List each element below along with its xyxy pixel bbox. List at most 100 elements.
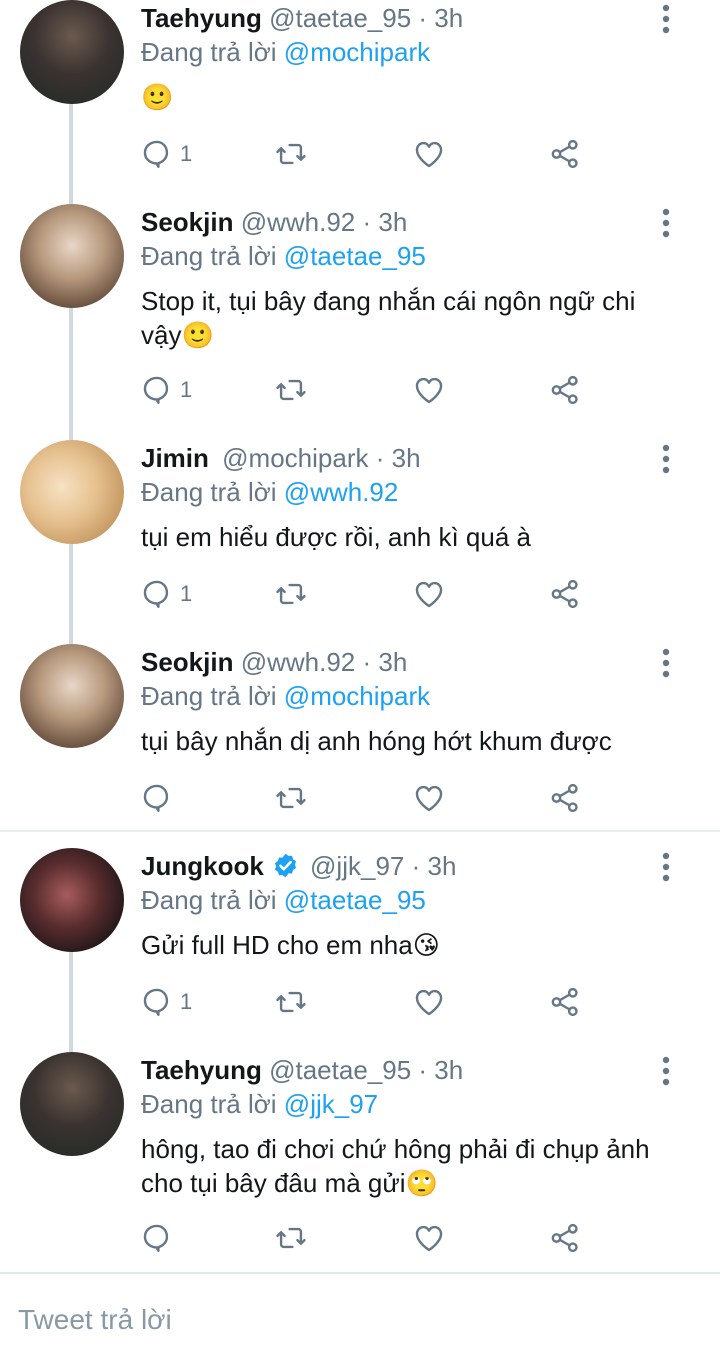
separator: · [362,207,372,237]
retweet-icon [276,1227,306,1249]
reply-label: Đang trả lời [141,37,277,67]
tweet-text: Gửi full HD cho em nha😘 [141,928,681,962]
reply-mention[interactable]: @jjk_97 [284,1089,378,1119]
author-name[interactable]: Seokjin [141,207,233,237]
share-button[interactable] [548,574,582,614]
retweet-icon [276,583,306,605]
author-name[interactable]: Taehyung [141,3,262,33]
retweet-button[interactable] [274,370,308,410]
share-icon [551,783,578,813]
share-icon [551,1223,578,1253]
more-options-icon[interactable] [656,444,676,474]
heart-icon [415,1225,443,1252]
avatar[interactable] [20,848,124,952]
retweet-button[interactable] [274,134,308,174]
retweet-button[interactable] [274,1218,308,1258]
reply-button[interactable]: 1 [140,982,192,1022]
reply-mention[interactable]: @mochipark [284,37,430,67]
timestamp[interactable]: 3h [428,851,457,881]
author-handle[interactable]: @taetae_95 [269,1055,411,1085]
more-options-icon[interactable] [656,1056,676,1086]
thread-divider [0,830,720,832]
reply-button[interactable] [140,778,180,818]
more-options-icon[interactable] [656,4,676,34]
tweet[interactable]: Seokjin @wwh.92 · 3h Đang trả lời @mochi… [0,644,720,830]
like-button[interactable] [412,982,446,1022]
reply-composer[interactable]: Tweet trả lời [0,1272,720,1346]
reply-mention[interactable]: @wwh.92 [284,477,399,507]
emoji: 😘 [412,930,440,960]
reply-button[interactable]: 1 [140,134,192,174]
reply-label: Đang trả lời [141,477,277,507]
retweet-button[interactable] [274,778,308,818]
tweet-actions: 1 [140,134,610,174]
reply-context: Đang trả lời @mochipark [141,678,430,714]
share-button[interactable] [548,982,582,1022]
reply-input-placeholder[interactable]: Tweet trả lời [18,1304,172,1336]
tweet-text-content: Stop it, tụi bây đang nhắn cái ngôn ngữ … [141,286,636,350]
share-button[interactable] [548,134,582,174]
reply-label: Đang trả lời [141,241,277,271]
separator: · [418,3,428,33]
avatar[interactable] [20,1052,124,1156]
emoji: 🙂 [141,82,174,112]
more-options-icon[interactable] [656,208,676,238]
timestamp[interactable]: 3h [378,207,407,237]
timestamp[interactable]: 3h [392,443,421,473]
like-button[interactable] [412,574,446,614]
author-handle[interactable]: @wwh.92 [241,647,356,677]
like-button[interactable] [412,1218,446,1258]
avatar[interactable] [20,0,124,104]
reply-icon [143,376,169,404]
avatar[interactable] [20,644,124,748]
share-button[interactable] [548,1218,582,1258]
author-name[interactable]: Taehyung [141,1055,262,1085]
like-button[interactable] [412,134,446,174]
reply-mention[interactable]: @mochipark [284,681,430,711]
author-name[interactable]: Jungkook [141,851,264,881]
reply-mention[interactable]: @taetae_95 [284,241,426,271]
tweet-text: tụi bây nhắn dị anh hóng hớt khum được [141,724,681,758]
reply-icon [143,580,169,608]
tweet[interactable]: Seokjin @wwh.92 · 3h Đang trả lời @taeta… [0,204,720,440]
separator: · [362,647,372,677]
share-button[interactable] [548,370,582,410]
reply-button[interactable]: 1 [140,370,192,410]
share-icon [551,579,578,609]
avatar[interactable] [20,440,124,544]
author-handle[interactable]: @mochipark [222,443,368,473]
share-icon [551,139,578,169]
reply-icon [143,988,169,1016]
tweet[interactable]: Taehyung @taetae_95 · 3h Đang trả lời @m… [0,0,720,204]
tweet[interactable]: Jungkook @jjk_97 · 3h Đang trả lời @taet… [0,848,720,1052]
author-handle[interactable]: @taetae_95 [269,3,411,33]
like-button[interactable] [412,370,446,410]
author-handle[interactable]: @jjk_97 [310,851,404,881]
author-name[interactable]: Jimin [141,443,209,473]
heart-icon [415,581,443,608]
timestamp[interactable]: 3h [434,3,463,33]
tweet[interactable]: Taehyung @taetae_95 · 3h Đang trả lời @j… [0,1052,720,1270]
author-handle[interactable]: @wwh.92 [241,207,356,237]
avatar[interactable] [20,204,124,308]
tweet-text-content: tụi bây nhắn dị anh hóng hớt khum được [141,726,612,756]
tweet[interactable]: Jimin @mochipark · 3h Đang trả lời @wwh.… [0,440,720,644]
more-options-icon[interactable] [656,852,676,882]
reply-mention[interactable]: @taetae_95 [284,885,426,915]
share-button[interactable] [548,778,582,818]
reply-context: Đang trả lời @taetae_95 [141,238,426,274]
author-name[interactable]: Seokjin [141,647,233,677]
tweet-text-content: Gửi full HD cho em nha [141,930,413,960]
timestamp[interactable]: 3h [378,647,407,677]
reply-button[interactable] [140,1218,180,1258]
tweet-text-content: hông, tao đi chơi chứ hông phải đi chụp … [141,1134,650,1198]
reply-button[interactable]: 1 [140,574,192,614]
like-button[interactable] [412,778,446,818]
retweet-button[interactable] [274,982,308,1022]
more-options-icon[interactable] [656,648,676,678]
reply-icon [143,1224,169,1252]
tweet-text: tụi em hiểu được rồi, anh kì quá à [141,520,681,554]
retweet-button[interactable] [274,574,308,614]
timestamp[interactable]: 3h [434,1055,463,1085]
reply-icon [143,140,169,168]
